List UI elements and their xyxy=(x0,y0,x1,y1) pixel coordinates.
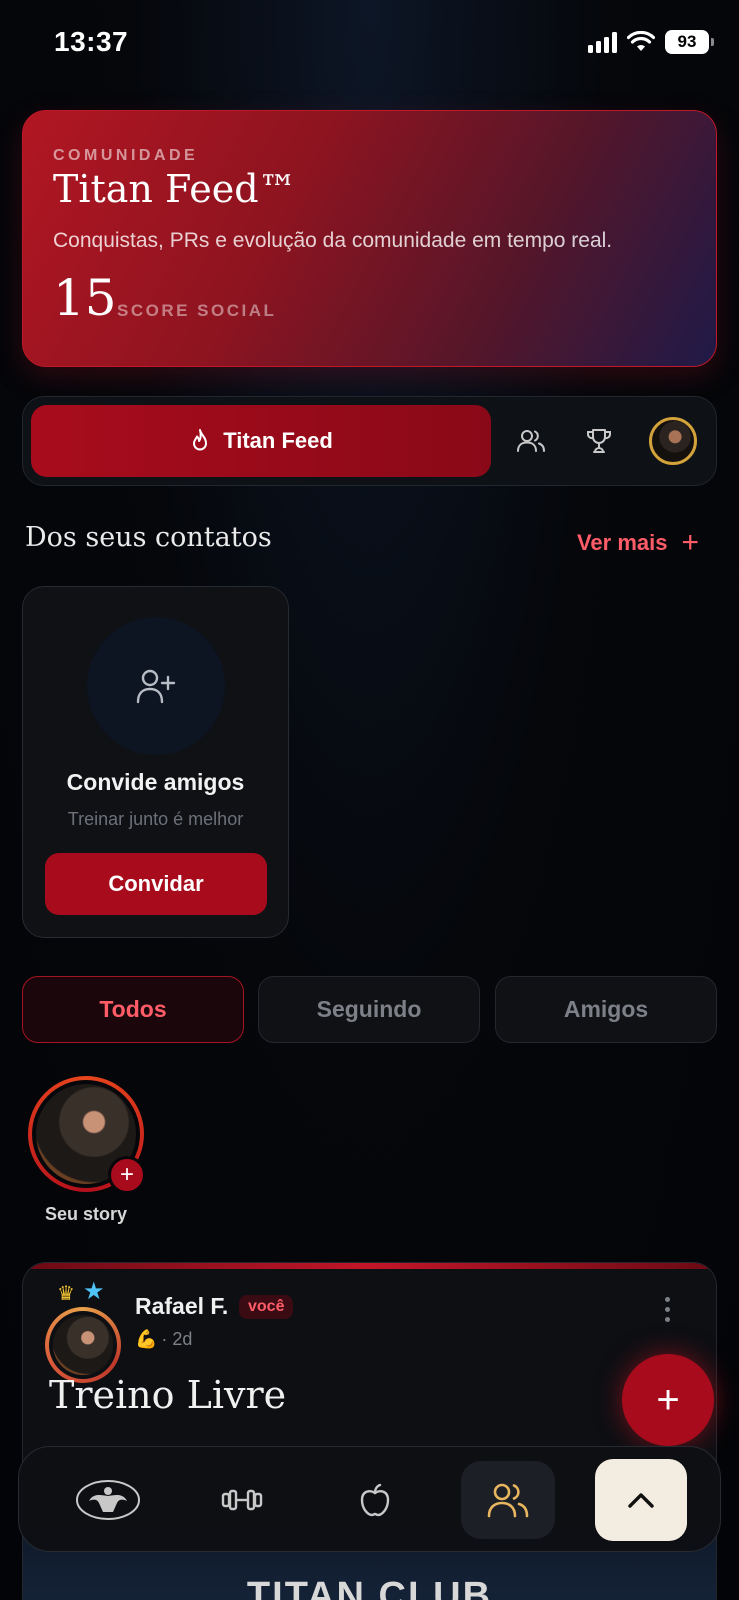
post-time: · 2d xyxy=(161,1329,193,1349)
invite-title: Convide amigos xyxy=(66,769,245,795)
flexed-bicep-icon: 💪 xyxy=(135,1329,158,1349)
hero-eyebrow: COMUNIDADE xyxy=(53,147,199,164)
dumbbell-icon xyxy=(221,1489,263,1511)
users-icon xyxy=(517,430,545,452)
post-title: Treino Livre xyxy=(49,1373,287,1417)
signal-icon xyxy=(588,31,617,53)
social-score-value: 15 xyxy=(53,269,117,327)
status-time: 13:37 xyxy=(54,26,129,57)
chevron-up-icon xyxy=(628,1493,654,1508)
scroll-top-button[interactable] xyxy=(595,1459,687,1541)
tab-ranking[interactable] xyxy=(579,421,619,461)
hero-subtitle: Conquistas, PRs e evolução da comunidade… xyxy=(53,229,613,252)
wifi-icon xyxy=(627,31,655,51)
logo-icon xyxy=(76,1480,140,1520)
contacts-title: Dos seus contatos xyxy=(25,522,272,553)
post-author-avatar[interactable] xyxy=(45,1307,121,1383)
post-image-text: TITAN CLUB xyxy=(246,1575,493,1600)
status-icons: 93 xyxy=(588,30,714,54)
invite-avatar-placeholder xyxy=(87,617,225,755)
trophy-icon xyxy=(587,429,611,453)
tab-titan-feed[interactable]: Titan Feed xyxy=(31,405,491,477)
tab-friends[interactable] xyxy=(511,421,551,461)
my-story-label: Seu story xyxy=(44,1204,128,1224)
nav-nutrition[interactable] xyxy=(328,1461,422,1539)
plus-icon: + xyxy=(681,526,699,559)
nav-workouts[interactable] xyxy=(195,1461,289,1539)
page-title: Titan Feed™ xyxy=(53,167,297,211)
invite-button[interactable]: Convidar xyxy=(45,853,267,915)
bottom-nav xyxy=(18,1446,721,1552)
filter-tab-amigos[interactable]: Amigos xyxy=(495,976,717,1043)
filter-tab-todos[interactable]: Todos xyxy=(22,976,244,1043)
post-accent-bar xyxy=(23,1263,716,1269)
crown-icon: ♛ xyxy=(57,1283,75,1305)
social-score-label: SCORE SOCIAL xyxy=(117,301,277,320)
new-post-button[interactable]: + xyxy=(622,1354,714,1446)
filter-tab-seguindo[interactable]: Seguindo xyxy=(258,976,480,1043)
add-story-button[interactable]: + xyxy=(108,1156,146,1194)
invite-subtitle: Treinar junto é melhor xyxy=(67,809,244,829)
nav-community[interactable] xyxy=(461,1461,555,1539)
segment-nav: Titan Feed xyxy=(22,396,717,486)
see-more-label: Ver mais xyxy=(576,530,668,555)
nav-home[interactable] xyxy=(61,1461,155,1539)
post-author-name[interactable]: Rafael F. xyxy=(135,1293,228,1320)
star-icon: ★ xyxy=(83,1278,105,1305)
hero-card: COMUNIDADE Titan Feed™ Conquistas, PRs e… xyxy=(22,110,717,367)
you-badge: você xyxy=(239,1295,294,1319)
user-plus-icon xyxy=(136,669,176,704)
battery-icon: 93 xyxy=(665,30,714,54)
flame-icon xyxy=(193,429,208,451)
invite-card: Convide amigos Treinar junto é melhor Co… xyxy=(22,586,289,938)
see-more-link[interactable]: Ver mais + xyxy=(576,526,699,559)
more-options-icon[interactable] xyxy=(665,1297,670,1322)
users-icon xyxy=(487,1483,529,1518)
author-photo xyxy=(53,1315,113,1375)
apple-icon xyxy=(360,1483,390,1517)
profile-avatar[interactable] xyxy=(649,417,697,465)
post-meta: 💪 · 2d xyxy=(135,1329,192,1350)
tab-titan-feed-label: Titan Feed xyxy=(223,428,333,453)
